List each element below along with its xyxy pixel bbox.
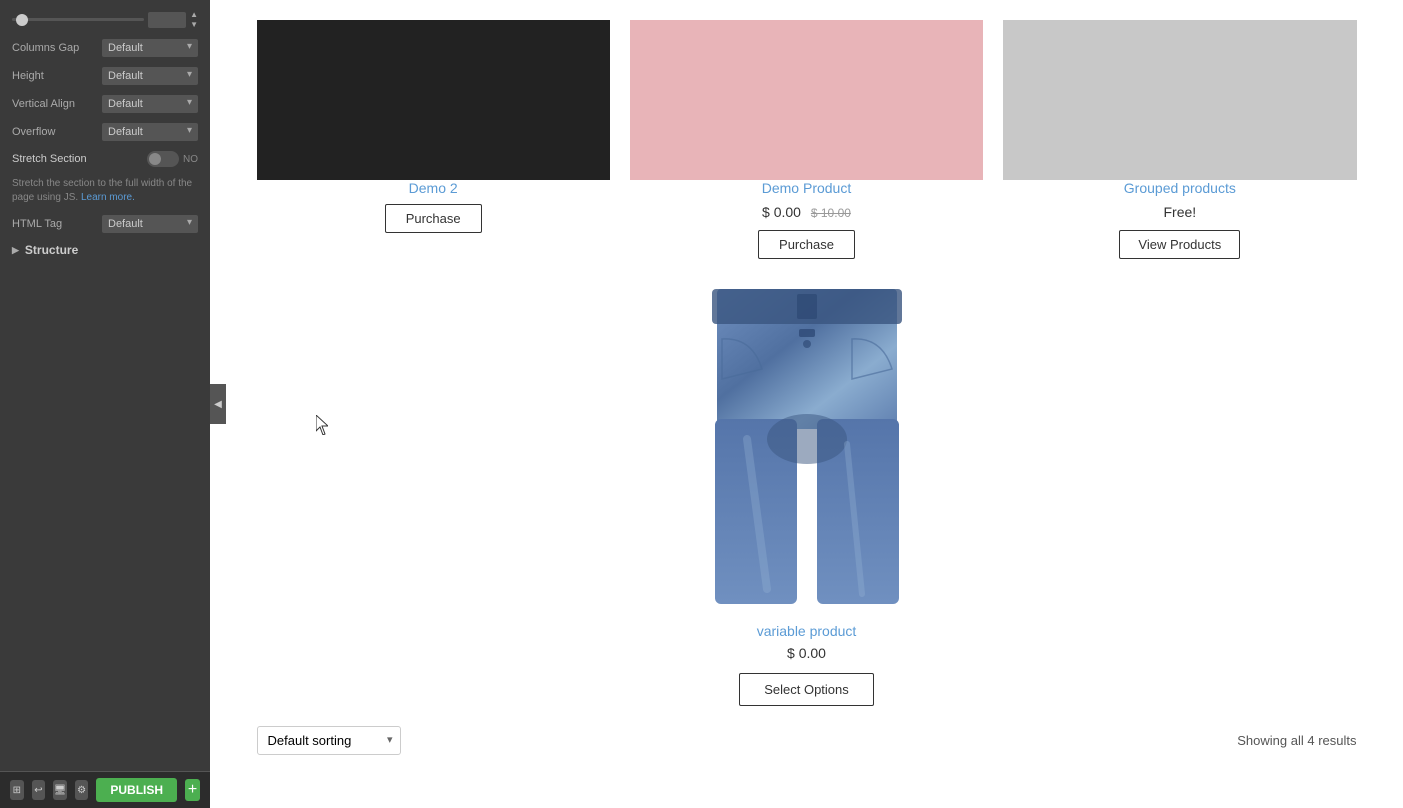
demo2-purchase-button[interactable]: Purchase: [385, 204, 482, 233]
overflow-row: Overflow Default: [12, 123, 198, 141]
view-products-button[interactable]: View Products: [1119, 230, 1240, 259]
settings-icon[interactable]: ⚙: [75, 780, 89, 800]
toggle-thumb: [149, 153, 161, 165]
html-tag-label: HTML Tag: [12, 218, 102, 230]
slider-thumb[interactable]: [16, 14, 28, 26]
undo-icon[interactable]: ↩: [32, 780, 46, 800]
layers-icon[interactable]: ⊞: [10, 780, 24, 800]
stretch-section-row: Stretch Section NO: [12, 151, 198, 167]
vertical-align-row: Vertical Align Default: [12, 95, 198, 113]
overflow-select-wrap: Default: [102, 123, 198, 141]
html-tag-row: HTML Tag Default: [12, 215, 198, 233]
height-row: Height Default: [12, 67, 198, 85]
slider-number-input[interactable]: [148, 12, 186, 28]
columns-gap-select[interactable]: Default: [102, 39, 198, 57]
product-grid: Demo 2 Purchase Demo Product $ 0.00 $ 10…: [257, 20, 1357, 259]
variable-product-section: variable product $ 0.00 Select Options: [607, 289, 1007, 706]
product-demo-product-title[interactable]: Demo Product: [762, 180, 851, 196]
sorting-select[interactable]: Default sorting Sort by popularity Sort …: [257, 726, 401, 755]
add-button[interactable]: +: [185, 779, 200, 801]
structure-section[interactable]: Structure: [12, 243, 198, 257]
product-demo-product-image: [630, 20, 983, 180]
vertical-align-select[interactable]: Default: [102, 95, 198, 113]
height-label: Height: [12, 70, 102, 82]
height-select[interactable]: Default: [102, 67, 198, 85]
results-text: Showing all 4 results: [1237, 733, 1356, 748]
demo-product-current-price: $ 0.00: [762, 204, 801, 220]
height-select-wrap: Default: [102, 67, 198, 85]
sorting-bar: Default sorting Sort by popularity Sort …: [257, 726, 1357, 765]
sidebar: ▲ ▼ Columns Gap Default Height Default: [0, 0, 210, 808]
html-tag-select-wrap: Default: [102, 215, 198, 233]
learn-more-link[interactable]: Learn more.: [81, 192, 135, 203]
bottom-bar: ⊞ ↩ 🖥 ⚙ PUBLISH +: [0, 771, 210, 808]
publish-button[interactable]: PUBLISH: [96, 778, 177, 802]
product-demo-product-price: $ 0.00 $ 10.00: [762, 204, 851, 220]
slider-row: ▲ ▼: [12, 10, 198, 29]
variable-product-image: [697, 289, 917, 609]
overflow-label: Overflow: [12, 126, 102, 138]
html-tag-select[interactable]: Default: [102, 215, 198, 233]
variable-product-title[interactable]: variable product: [757, 623, 857, 639]
stretch-toggle[interactable]: [147, 151, 179, 167]
toggle-wrap: NO: [147, 151, 198, 167]
main-content: Demo 2 Purchase Demo Product $ 0.00 $ 10…: [210, 0, 1403, 808]
slider-track[interactable]: [12, 18, 144, 21]
select-options-button[interactable]: Select Options: [739, 673, 874, 706]
stepper-down[interactable]: ▼: [190, 20, 198, 29]
product-grouped-price: Free!: [1163, 204, 1196, 220]
variable-product-price: $ 0.00: [787, 645, 826, 661]
vertical-align-label: Vertical Align: [12, 98, 102, 110]
columns-gap-label: Columns Gap: [12, 42, 102, 54]
sidebar-content: ▲ ▼ Columns Gap Default Height Default: [0, 0, 210, 771]
product-demo2-image: [257, 20, 610, 180]
product-demo2-title[interactable]: Demo 2: [409, 180, 458, 196]
product-grouped-image: [1003, 20, 1356, 180]
slider-wrap: ▲ ▼: [12, 10, 198, 29]
demo-product-original-price: $ 10.00: [811, 206, 851, 220]
product-card-grouped: Grouped products Free! View Products: [1003, 20, 1356, 259]
toggle-no-label: NO: [183, 154, 198, 165]
product-card-demo-product: Demo Product $ 0.00 $ 10.00 Purchase: [630, 20, 983, 259]
collapse-sidebar-button[interactable]: ◀: [210, 384, 226, 424]
product-grouped-title[interactable]: Grouped products: [1124, 180, 1236, 196]
desktop-icon[interactable]: 🖥: [53, 780, 67, 800]
columns-gap-row: Columns Gap Default: [12, 39, 198, 57]
sorting-select-wrap: Default sorting Sort by popularity Sort …: [257, 726, 401, 755]
stepper-up[interactable]: ▲: [190, 10, 198, 19]
stretch-note: Stretch the section to the full width of…: [12, 177, 198, 205]
stretch-section-label: Stretch Section: [12, 153, 87, 165]
product-card-demo2: Demo 2 Purchase: [257, 20, 610, 259]
overflow-select[interactable]: Default: [102, 123, 198, 141]
columns-gap-select-wrap: Default: [102, 39, 198, 57]
demo-product-purchase-button[interactable]: Purchase: [758, 230, 855, 259]
vertical-align-select-wrap: Default: [102, 95, 198, 113]
